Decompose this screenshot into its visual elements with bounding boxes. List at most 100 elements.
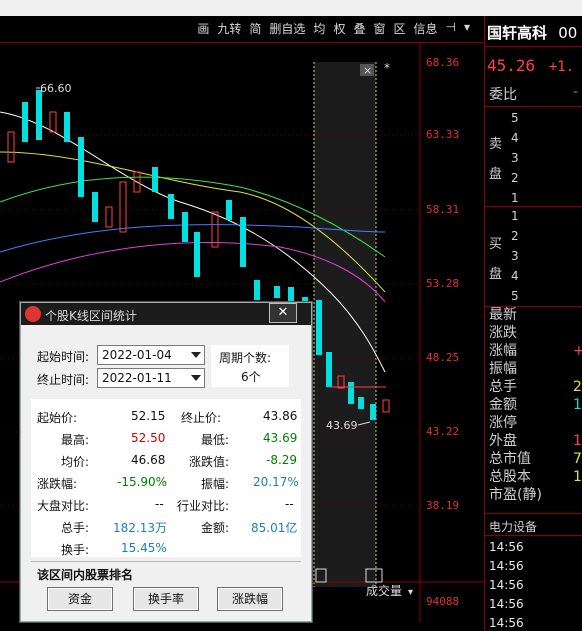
close-button[interactable]: ✕: [269, 303, 297, 323]
avg-value: 46.68: [131, 453, 166, 467]
price-label-4: 53.28: [426, 277, 460, 290]
low-annotation: 43.69: [326, 419, 358, 432]
toolbar-menu: 画 九转 简 删自选 均 权 叠 窗 区 信息 ⊣ ▾: [193, 20, 474, 37]
amplitude-label: 振幅:: [201, 477, 230, 491]
volume-menu[interactable]: 成交量: [366, 583, 402, 598]
weibi-row: 委比 -: [485, 84, 582, 104]
stat-row: 总手29: [489, 379, 582, 395]
sell-level-2: 2: [511, 171, 519, 185]
price-label-7: 38.19: [426, 499, 460, 512]
start-time-select[interactable]: 2022-01-04: [97, 345, 205, 365]
stat-row: 总市值75: [489, 451, 582, 467]
price-label-5: 48.25: [426, 351, 460, 364]
toolbar-overlay[interactable]: 叠: [349, 20, 369, 37]
amount-label: 金额:: [201, 521, 230, 535]
stat-row: 涨幅+: [489, 343, 582, 359]
start-price: 52.15: [131, 409, 166, 423]
sector-label[interactable]: 电力设备: [489, 518, 582, 535]
sell-level-4: 4: [511, 131, 519, 145]
avg-label: 均价:: [61, 455, 90, 469]
end-time-value: 2022-01-11: [102, 371, 172, 385]
stat-row: 振幅: [489, 361, 517, 377]
change-pct-button[interactable]: 涨跌幅: [217, 587, 283, 611]
pin-icon[interactable]: ⊣: [442, 20, 460, 37]
dropdown-arrow-icon[interactable]: ▾: [460, 20, 474, 37]
dialog-title-bar[interactable]: 个股K线区间统计 ✕: [21, 303, 311, 325]
tick-times: 14:56 14:56 14:56 14:56 14:56: [489, 538, 582, 631]
market-ratio: --: [155, 497, 164, 511]
low-value: 43.69: [263, 431, 298, 445]
tick-time: 14:56: [489, 597, 524, 611]
high-value: 52.50: [131, 431, 166, 445]
quote-stats: 最新 涨跌 涨幅+ 振幅 总手29 金额13 涨停 外盘14 总市值75 总股本…: [489, 306, 582, 504]
window-top-strip: [0, 0, 582, 16]
volume-menu-arrow-icon[interactable]: ▾: [408, 587, 413, 598]
weibi-value: -: [573, 84, 579, 100]
range-stats-dialog: 个股K线区间统计 ✕ 起始时间: 2022-01-04 终止时间: 2022-0…: [20, 302, 312, 622]
chart-toolbar: 画 九转 简 删自选 均 权 叠 窗 区 信息 ⊣ ▾: [0, 16, 484, 43]
stat-row: 金额13: [489, 397, 582, 413]
divider: [485, 513, 582, 514]
high-annotation: 66.60: [40, 82, 72, 95]
stock-code: 00: [558, 24, 578, 42]
toolbar-rights[interactable]: 权: [329, 20, 349, 37]
change-pct: -15.90%: [117, 475, 168, 489]
start-time-value: 2022-01-04: [102, 348, 172, 362]
range-highlight: [314, 62, 376, 587]
toolbar-average[interactable]: 均: [309, 20, 329, 37]
buy-level-5: 5: [511, 289, 519, 303]
turnover-label: 换手:: [61, 543, 90, 557]
toolbar-window[interactable]: 窗: [369, 20, 389, 37]
stat-row: 涨跌: [489, 325, 517, 341]
tick-time: 14:56: [489, 540, 524, 554]
tick-time: 14:56: [489, 578, 524, 592]
toolbar-range[interactable]: 区: [389, 20, 409, 37]
change-value: -8.29: [266, 453, 298, 467]
price-label-3: 58.31: [426, 203, 460, 216]
period-box: 周期个数: 6个: [211, 345, 289, 387]
change-pct-label: 涨跌幅:: [37, 477, 78, 491]
stat-row: 总股本16: [489, 469, 582, 485]
toolbar-remove-favorite[interactable]: 删自选: [265, 20, 309, 37]
buy-level-1: 1: [511, 209, 519, 223]
industry-ratio: --: [285, 497, 294, 511]
star-marker: *: [384, 61, 390, 75]
toolbar-draw[interactable]: 画: [193, 20, 213, 37]
stat-row: 最新: [489, 307, 517, 323]
sell-levels: 5 4 3 2 1: [511, 108, 582, 208]
tick-time: 14:56: [489, 559, 524, 573]
quote-panel: 国轩高科 00 45.26 +1. 委比 - 卖 盘 5 4 3 2 1 买 盘…: [484, 16, 582, 631]
volume-axis-label: 94088: [426, 595, 460, 608]
toolbar-nine-turn[interactable]: 九转: [213, 20, 245, 37]
toolbar-simple[interactable]: 简: [245, 20, 265, 37]
end-time-select[interactable]: 2022-01-11: [97, 368, 205, 388]
turnover-button[interactable]: 换手率: [133, 587, 199, 611]
end-price: 43.86: [263, 409, 298, 423]
start-time-label: 起始时间:: [37, 350, 90, 364]
price-change: +1.: [548, 59, 575, 75]
turnover-value: 15.45%: [121, 541, 167, 555]
stat-row: 涨停: [489, 415, 517, 431]
amount-value: 85.01亿: [251, 521, 298, 535]
industry-ratio-label: 行业对比:: [177, 499, 230, 513]
volume-label: 总手:: [61, 521, 90, 535]
divider: [485, 106, 582, 107]
range-close-glyph: ×: [363, 64, 372, 77]
buy-level-2: 2: [511, 229, 519, 243]
current-price: 45.26: [487, 56, 536, 75]
weibi-label: 委比: [489, 87, 517, 103]
chevron-down-icon: [191, 375, 201, 381]
chevron-down-icon: [191, 352, 201, 358]
stat-row: 市盈(静): [489, 487, 542, 503]
toolbar-info[interactable]: 信息: [410, 20, 442, 37]
divider: [485, 46, 582, 47]
sell-level-1: 1: [511, 191, 519, 205]
low-label: 最低:: [201, 433, 230, 447]
end-time-label: 终止时间:: [37, 373, 90, 387]
fund-button[interactable]: 资金: [47, 587, 113, 611]
volume-value: 182.13万: [113, 521, 167, 535]
high-label: 最高:: [61, 433, 90, 447]
amplitude-value: 20.17%: [253, 475, 299, 489]
end-price-label: 终止价:: [181, 411, 222, 425]
sell-level-5: 5: [511, 111, 519, 125]
